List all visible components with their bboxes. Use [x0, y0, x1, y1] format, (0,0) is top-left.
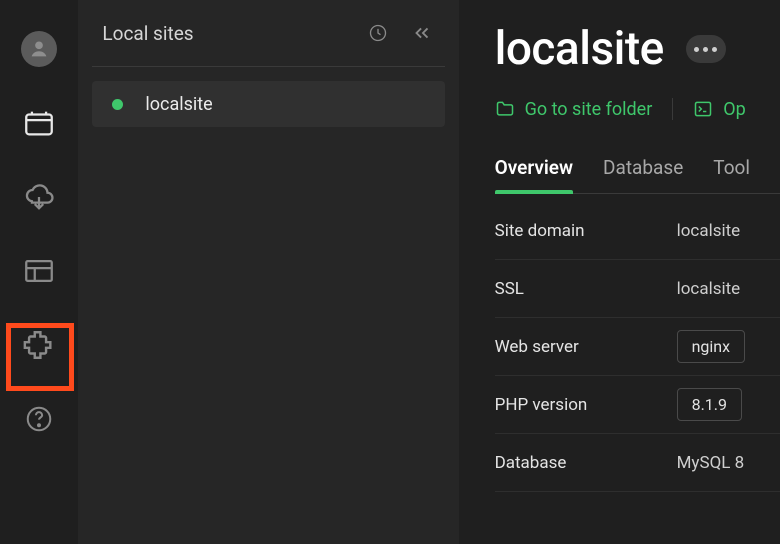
open-shell-label: Op [723, 99, 746, 120]
browser-icon [22, 106, 56, 140]
site-title: localsite [495, 22, 664, 76]
nav-addons[interactable] [18, 324, 60, 366]
site-list: localsite [78, 67, 458, 141]
chevrons-left-icon [411, 22, 433, 44]
help-icon [24, 404, 54, 434]
blueprint-icon [22, 254, 56, 288]
plugin-icon [22, 328, 56, 362]
info-label: PHP version [495, 395, 677, 415]
site-title-row: localsite [495, 22, 780, 76]
clock-icon [368, 23, 388, 43]
info-value: localsite [677, 279, 741, 299]
folder-icon [495, 99, 515, 119]
info-row-ssl: SSL localsite [495, 260, 780, 318]
open-shell-button[interactable]: Op [693, 99, 746, 120]
web-server-select[interactable]: nginx [677, 330, 745, 363]
tab-overview[interactable]: Overview [495, 156, 573, 193]
site-menu-button[interactable] [686, 35, 726, 63]
terminal-icon [693, 99, 713, 119]
app-root: Local sites localsite localsite Go to si [0, 0, 780, 544]
info-label: Database [495, 453, 677, 473]
user-avatar-icon [21, 31, 57, 67]
info-value: MySQL 8 [677, 453, 745, 473]
info-label: SSL [495, 279, 677, 299]
info-label: Site domain [495, 221, 677, 241]
main-panel: localsite Go to site folder Op Overview … [459, 0, 780, 544]
site-list-item-name: localsite [145, 94, 212, 115]
info-row-php-version: PHP version 8.1.9 [495, 376, 780, 434]
php-version-select[interactable]: 8.1.9 [677, 388, 742, 421]
nav-sites[interactable] [18, 102, 60, 144]
action-separator [672, 98, 673, 120]
tabs: Overview Database Tool [495, 156, 780, 194]
status-dot-running-icon [112, 99, 123, 110]
go-to-folder-button[interactable]: Go to site folder [495, 99, 653, 120]
nav-help[interactable] [18, 398, 60, 440]
info-row-database: Database MySQL 8 [495, 434, 780, 492]
collapse-sidebar-button[interactable] [409, 20, 435, 46]
sidebar-header: Local sites [78, 0, 458, 66]
info-label: Web server [495, 337, 677, 357]
nav-connect[interactable] [18, 176, 60, 218]
info-row-web-server: Web server nginx [495, 318, 780, 376]
tab-database[interactable]: Database [603, 156, 683, 193]
info-row-site-domain: Site domain localsite [495, 202, 780, 260]
info-value: localsite [677, 221, 741, 241]
tab-tools[interactable]: Tool [713, 156, 750, 193]
sites-sidebar: Local sites localsite [78, 0, 458, 544]
go-to-folder-label: Go to site folder [525, 99, 653, 120]
site-list-item[interactable]: localsite [92, 81, 444, 127]
nav-blueprints[interactable] [18, 250, 60, 292]
recent-button[interactable] [365, 20, 391, 46]
nav-account[interactable] [18, 28, 60, 70]
info-table: Site domain localsite SSL localsite Web … [495, 202, 780, 492]
site-actions: Go to site folder Op [495, 98, 780, 120]
nav-rail [0, 0, 78, 544]
sidebar-title: Local sites [102, 22, 346, 45]
cloud-download-icon [22, 180, 56, 214]
